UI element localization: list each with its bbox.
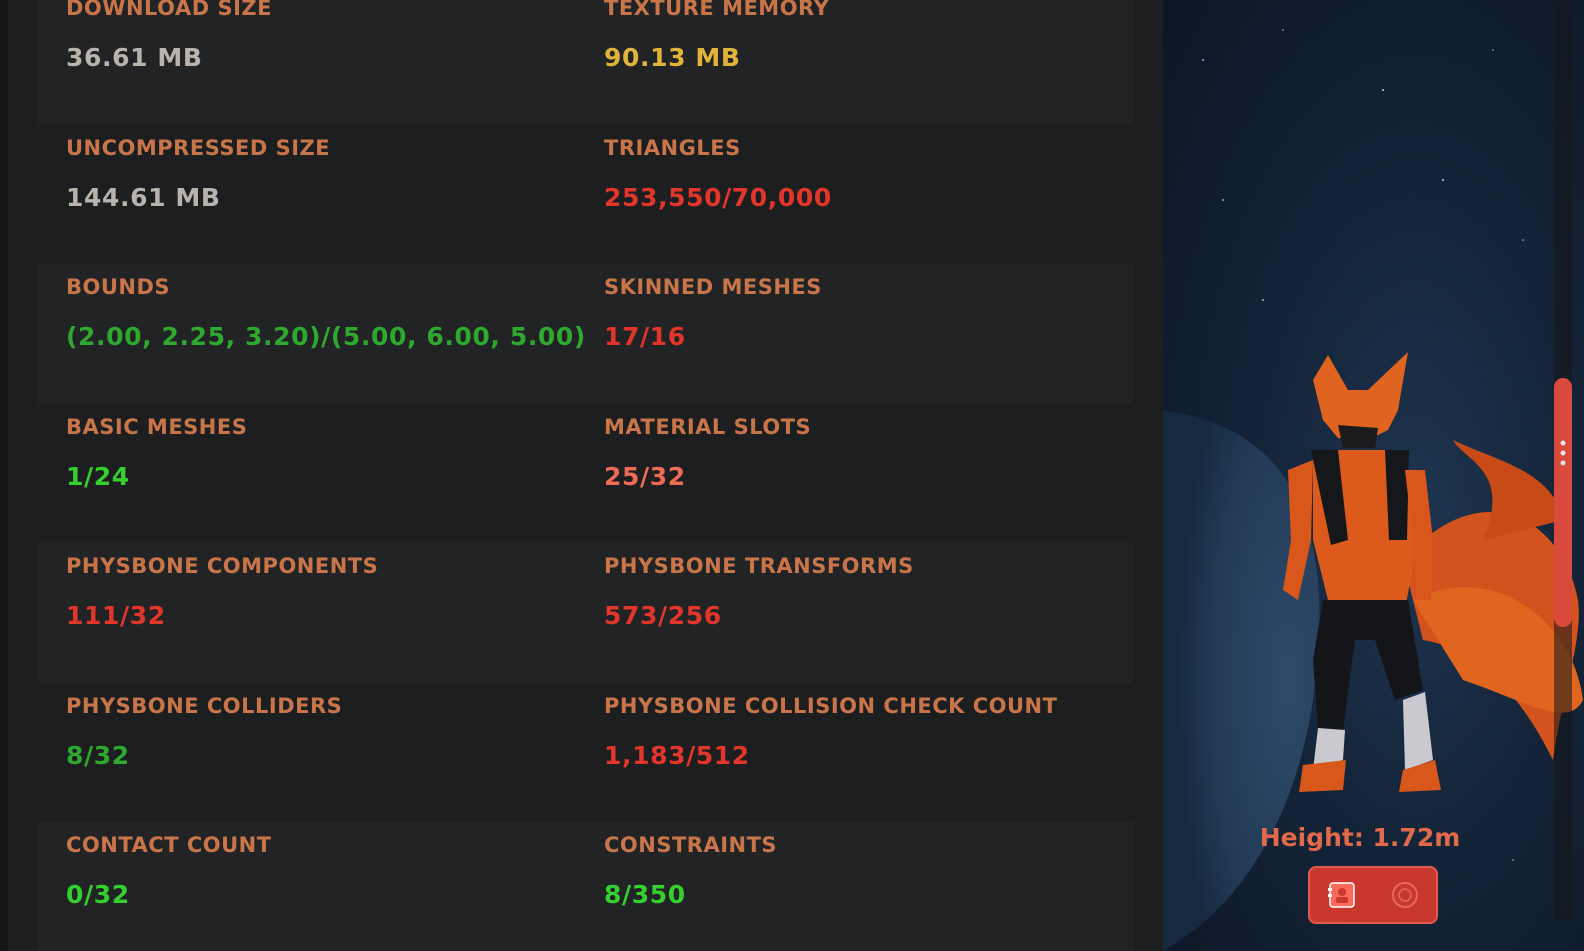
stat-value: 25/32 [604, 462, 686, 491]
stat-row: BASIC MESHES 1/24 MATERIAL SLOTS 25/32 [38, 404, 1133, 544]
stat-label: BASIC MESHES [66, 415, 248, 439]
stat-label: MATERIAL SLOTS [604, 415, 812, 439]
stat-value: 111/32 [66, 601, 166, 630]
avatar-preview-panel[interactable]: Height: 1.72m [1163, 0, 1584, 951]
stat-row: PHYSBONE COLLIDERS 8/32 PHYSBONE COLLISION… [38, 683, 1133, 823]
stat-label: DOWNLOAD SIZE [66, 0, 272, 20]
stat-value: 1,183/512 [604, 741, 750, 770]
stat-row: UNCOMPRESSED SIZE 144.61 MB TRIANGLES 253,5… [38, 125, 1133, 265]
stat-label: PHYSBONE COLLISION CHECK COUNT [604, 694, 1058, 718]
stat-value: 144.61 MB [66, 183, 221, 212]
left-edge [0, 0, 8, 951]
stat-cell: PHYSBONE COMPONENTS 111/32 [66, 543, 596, 683]
scrollbar-thumb[interactable] [1554, 378, 1572, 627]
stat-label: SKINNED MESHES [604, 275, 822, 299]
stat-value: 90.13 MB [604, 43, 741, 72]
stat-row: BOUNDS (2.00, 2.25, 3.20)/(5.00, 6.00, 5.… [38, 264, 1133, 404]
stat-value: 1/24 [66, 462, 130, 491]
stat-label: PHYSBONE TRANSFORMS [604, 554, 914, 578]
avatar-card-icon[interactable] [1325, 878, 1359, 912]
stat-cell: SKINNED MESHES 17/16 [604, 264, 1124, 404]
stat-row: CONTACT COUNT 0/32 CONSTRAINTS 8/350 [38, 822, 1133, 951]
scrollbar-grip-icon [1560, 440, 1566, 466]
stat-cell: TEXTURE MEMORY 90.13 MB [604, 0, 1124, 125]
dropdown-circle-icon[interactable] [1388, 878, 1422, 912]
stat-row: DOWNLOAD SIZE 36.61 MB TEXTURE MEMORY 90.13… [38, 0, 1133, 125]
stat-label: TRIANGLES [604, 136, 741, 160]
stat-cell: PHYSBONE COLLISION CHECK COUNT 1,183/512 [604, 683, 1124, 823]
stat-value: 8/350 [604, 880, 686, 909]
stat-cell: MATERIAL SLOTS 25/32 [604, 404, 1124, 544]
stat-value: 8/32 [66, 741, 130, 770]
avatar-performance-view: DOWNLOAD SIZE 36.61 MB TEXTURE MEMORY 90.13… [0, 0, 1584, 951]
stat-value: (2.00, 2.25, 3.20)/(5.00, 6.00, 5.00) [66, 322, 586, 351]
stat-label: CONSTRAINTS [604, 833, 778, 857]
stat-cell: BASIC MESHES 1/24 [66, 404, 596, 544]
stat-value: 17/16 [604, 322, 686, 351]
performance-stats-panel: DOWNLOAD SIZE 36.61 MB TEXTURE MEMORY 90.13… [8, 0, 1163, 951]
stat-cell: PHYSBONE TRANSFORMS 573/256 [604, 543, 1124, 683]
stat-cell: CONTACT COUNT 0/32 [66, 822, 596, 951]
stat-value: 0/32 [66, 880, 130, 909]
stat-label: PHYSBONE COLLIDERS [66, 694, 343, 718]
stat-label: PHYSBONE COMPONENTS [66, 554, 379, 578]
avatar-action-box[interactable] [1308, 866, 1438, 924]
stat-cell: UNCOMPRESSED SIZE 144.61 MB [66, 125, 596, 265]
stat-value: 36.61 MB [66, 43, 203, 72]
stat-cell: PHYSBONE COLLIDERS 8/32 [66, 683, 596, 823]
stat-value: 573/256 [604, 601, 722, 630]
avatar-preview-scene [1163, 29, 1583, 951]
stat-cell: BOUNDS (2.00, 2.25, 3.20)/(5.00, 6.00, 5.… [66, 264, 596, 404]
stat-cell: CONSTRAINTS 8/350 [604, 822, 1124, 951]
stat-label: UNCOMPRESSED SIZE [66, 136, 331, 160]
stat-label: TEXTURE MEMORY [604, 0, 830, 20]
stat-cell: DOWNLOAD SIZE 36.61 MB [66, 0, 596, 125]
stat-row: PHYSBONE COMPONENTS 111/32 PHYSBONE TRANSF… [38, 543, 1133, 683]
fox-avatar-model [1283, 352, 1583, 792]
stat-label: CONTACT COUNT [66, 833, 272, 857]
avatar-height-label: Height: 1.72m [1259, 823, 1461, 852]
stat-value: 253,550/70,000 [604, 183, 832, 212]
stat-label: BOUNDS [66, 275, 171, 299]
stat-cell: TRIANGLES 253,550/70,000 [604, 125, 1124, 265]
